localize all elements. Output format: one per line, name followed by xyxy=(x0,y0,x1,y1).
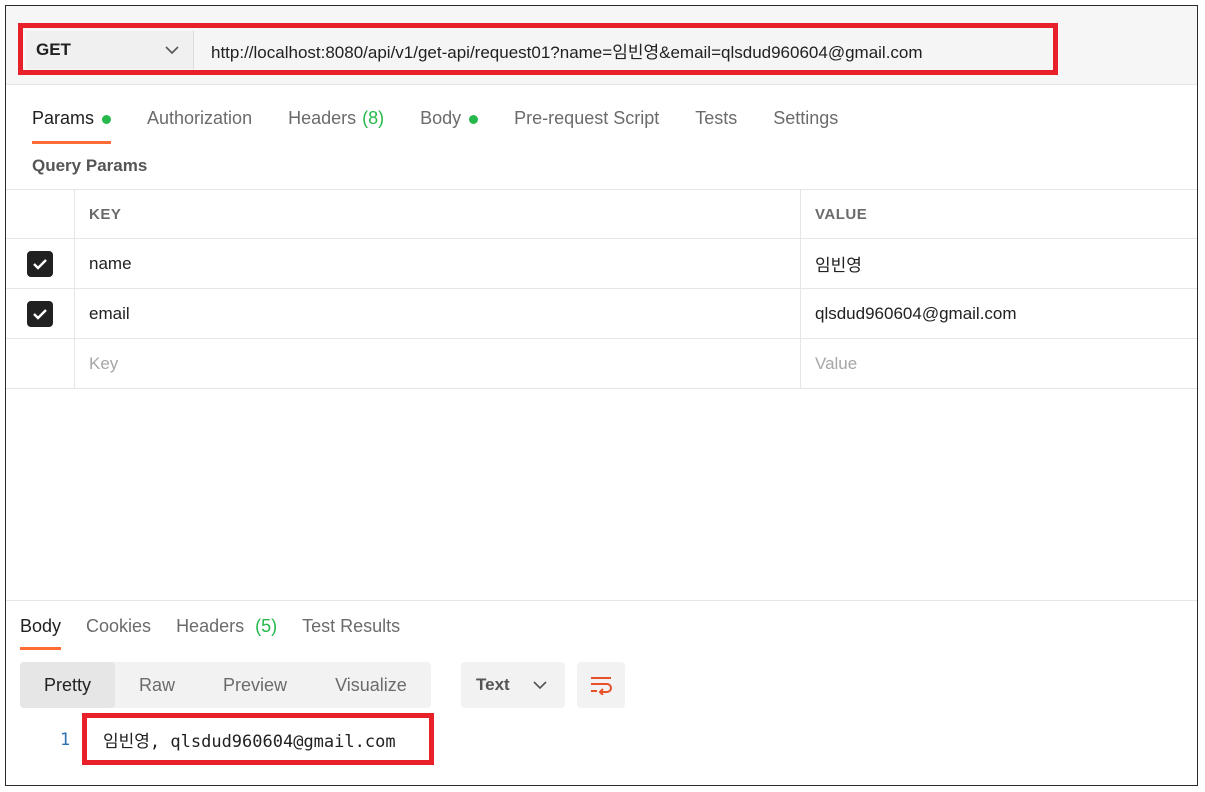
tab-headers[interactable]: Headers (8) xyxy=(288,104,384,144)
format-select[interactable]: Text xyxy=(461,662,565,708)
table-row-empty: Key Value xyxy=(6,339,1197,389)
url-input[interactable]: http://localhost:8080/api/v1/get-api/req… xyxy=(196,31,1052,69)
response-tabs: Body Cookies Headers (5) Test Results xyxy=(20,614,425,650)
request-url-bar: GET http://localhost:8080/api/v1/get-api… xyxy=(6,6,1197,85)
tab-settings[interactable]: Settings xyxy=(773,104,838,144)
tab-params[interactable]: Params xyxy=(32,104,112,144)
tab-label: Cookies xyxy=(86,616,152,636)
request-tabs: Params Authorization Headers (8) Body Pr… xyxy=(32,104,874,144)
tab-label: Pre-request Script xyxy=(514,108,660,128)
status-dot-icon xyxy=(469,115,479,124)
params-table: KEY VALUE name 임빈영 email qlsdud960604@gm… xyxy=(6,189,1197,389)
table-row: email qlsdud960604@gmail.com xyxy=(6,289,1197,339)
view-visualize-button[interactable]: Visualize xyxy=(311,662,431,708)
table-header-row: KEY VALUE xyxy=(6,189,1197,239)
view-preview-button[interactable]: Preview xyxy=(199,662,311,708)
response-tab-headers[interactable]: Headers (5) xyxy=(176,614,277,650)
tab-authorization[interactable]: Authorization xyxy=(147,104,252,144)
tab-label: Body xyxy=(420,108,462,128)
query-params-title: Query Params xyxy=(32,156,148,175)
wrap-lines-icon xyxy=(591,677,612,695)
tab-label: Test Results xyxy=(302,616,401,636)
tab-label: Tests xyxy=(695,108,738,128)
tab-label: Settings xyxy=(773,108,839,128)
param-value[interactable]: 임빈영 xyxy=(801,239,1197,288)
format-label: Text xyxy=(476,675,510,694)
checkmark-icon xyxy=(33,258,47,270)
tab-label: Body xyxy=(20,616,62,636)
param-checkbox[interactable] xyxy=(27,300,53,327)
new-value-input[interactable]: Value xyxy=(801,339,1197,388)
table-row: name 임빈영 xyxy=(6,239,1197,289)
param-key[interactable]: name xyxy=(75,239,801,288)
chevron-down-icon xyxy=(165,43,179,58)
response-tab-cookies[interactable]: Cookies xyxy=(86,614,151,650)
response-view-toggle: Pretty Raw Preview Visualize xyxy=(20,662,431,708)
tab-count: (8) xyxy=(362,108,385,128)
response-divider[interactable] xyxy=(6,600,1197,601)
response-body-text: 임빈영, qlsdud960604@gmail.com xyxy=(103,731,396,752)
chevron-down-icon xyxy=(533,675,547,695)
new-key-input[interactable]: Key xyxy=(75,339,801,388)
postman-window: GET http://localhost:8080/api/v1/get-api… xyxy=(5,5,1198,786)
check-cell xyxy=(6,339,75,388)
tab-body[interactable]: Body xyxy=(420,104,479,144)
param-key[interactable]: email xyxy=(75,289,801,338)
view-pretty-button[interactable]: Pretty xyxy=(20,662,116,708)
response-highlight-box: 임빈영, qlsdud960604@gmail.com xyxy=(82,713,434,765)
param-value[interactable]: qlsdud960604@gmail.com xyxy=(801,289,1197,338)
check-column-header xyxy=(6,190,75,239)
value-column-header: VALUE xyxy=(815,206,868,223)
status-dot-icon xyxy=(102,115,112,124)
response-tab-body[interactable]: Body xyxy=(20,614,62,650)
checkmark-icon xyxy=(33,308,47,320)
tab-pre-request-script[interactable]: Pre-request Script xyxy=(514,104,659,144)
tab-label: Headers xyxy=(176,616,245,636)
tab-tests[interactable]: Tests xyxy=(695,104,737,144)
tab-label: Authorization xyxy=(147,108,253,128)
line-number: 1 xyxy=(60,730,71,750)
key-column-header: KEY xyxy=(75,190,801,239)
tab-count: (5) xyxy=(255,616,278,636)
check-cell xyxy=(6,289,75,338)
response-tab-test-results[interactable]: Test Results xyxy=(302,614,400,650)
tab-label: Headers xyxy=(288,108,357,128)
view-raw-button[interactable]: Raw xyxy=(115,662,199,708)
param-checkbox[interactable] xyxy=(27,250,53,277)
method-label: GET xyxy=(36,40,71,59)
tab-label: Params xyxy=(32,108,95,128)
method-select[interactable]: GET xyxy=(26,31,194,69)
check-cell xyxy=(6,239,75,288)
wrap-lines-button[interactable] xyxy=(577,662,625,708)
